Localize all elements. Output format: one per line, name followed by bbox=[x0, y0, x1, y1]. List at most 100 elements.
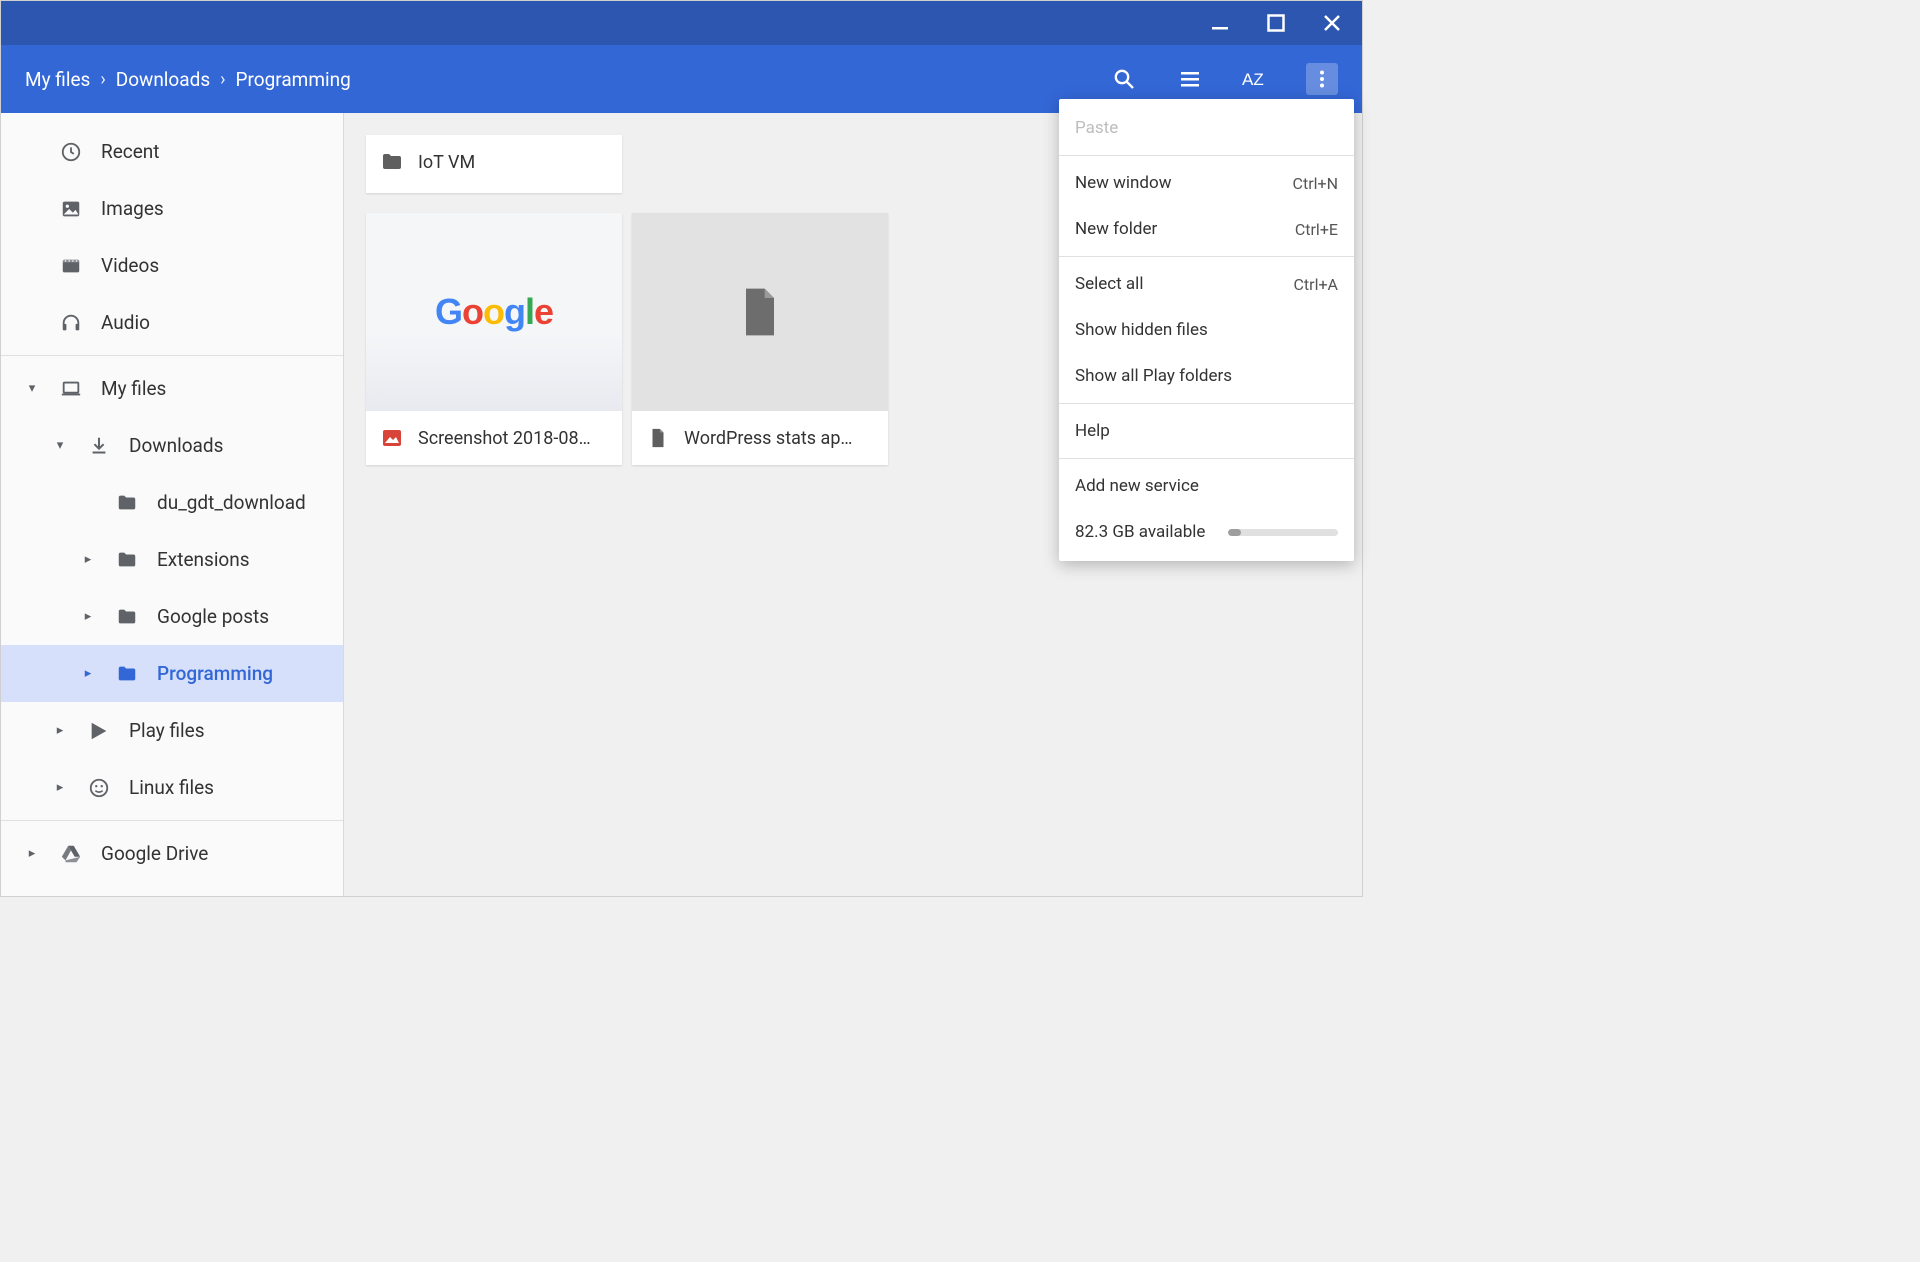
breadcrumb-item-myfiles[interactable]: My files bbox=[25, 68, 90, 91]
sidebar-label: My files bbox=[101, 377, 166, 400]
toolbar-actions: AZ bbox=[1108, 63, 1338, 95]
minimize-button[interactable] bbox=[1206, 9, 1234, 37]
linux-icon bbox=[87, 776, 111, 800]
menu-shortcut: Ctrl+E bbox=[1295, 220, 1338, 239]
close-button[interactable] bbox=[1318, 9, 1346, 37]
tile-label: WordPress stats ap… bbox=[684, 428, 852, 449]
menu-label: Show hidden files bbox=[1075, 320, 1208, 340]
storage-label: 82.3 GB available bbox=[1075, 522, 1205, 542]
divider bbox=[1, 820, 343, 821]
tile-label: Screenshot 2018-08… bbox=[418, 428, 591, 449]
menu-select-all[interactable]: Select all Ctrl+A bbox=[1059, 261, 1354, 307]
sidebar-item-du-gdt[interactable]: du_gdt_download bbox=[1, 474, 343, 531]
sidebar-item-google-drive[interactable]: ▸ Google Drive bbox=[1, 825, 343, 882]
sidebar-item-programming[interactable]: ▸ Programming bbox=[1, 645, 343, 702]
sidebar-item-myfiles[interactable]: ▾ My files bbox=[1, 360, 343, 417]
menu-label: Help bbox=[1075, 421, 1110, 441]
menu-paste: Paste bbox=[1059, 105, 1354, 151]
breadcrumb-item-programming[interactable]: Programming bbox=[236, 68, 351, 91]
sidebar-label: Programming bbox=[157, 662, 273, 685]
chevron-down-icon: ▾ bbox=[23, 381, 41, 396]
sort-az-icon[interactable]: AZ bbox=[1240, 63, 1272, 95]
chevron-right-icon: ▸ bbox=[79, 609, 97, 624]
play-icon bbox=[87, 719, 111, 743]
menu-add-service[interactable]: Add new service bbox=[1059, 463, 1354, 509]
video-icon bbox=[59, 254, 83, 278]
sidebar-label: du_gdt_download bbox=[157, 491, 306, 514]
sidebar-label: Images bbox=[101, 197, 164, 220]
chevron-right-icon: ▸ bbox=[79, 666, 97, 681]
menu-separator bbox=[1059, 155, 1354, 156]
chevron-right-icon: ▸ bbox=[79, 552, 97, 567]
storage-fill bbox=[1228, 529, 1241, 536]
menu-shortcut: Ctrl+N bbox=[1293, 174, 1338, 193]
sidebar-item-recent[interactable]: Recent bbox=[1, 123, 343, 180]
menu-separator bbox=[1059, 256, 1354, 257]
chevron-right-icon: ▸ bbox=[51, 780, 69, 795]
menu-label: New folder bbox=[1075, 219, 1157, 239]
menu-label: Paste bbox=[1075, 118, 1118, 138]
file-manager-window: My files › Downloads › Programming AZ bbox=[0, 0, 1363, 897]
svg-text:AZ: AZ bbox=[1242, 70, 1264, 89]
chevron-right-icon: ▸ bbox=[51, 723, 69, 738]
menu-show-play-folders[interactable]: Show all Play folders bbox=[1059, 353, 1354, 399]
menu-show-hidden[interactable]: Show hidden files bbox=[1059, 307, 1354, 353]
sidebar-item-play-files[interactable]: ▸ Play files bbox=[1, 702, 343, 759]
sidebar-item-linux-files[interactable]: ▸ Linux files bbox=[1, 759, 343, 816]
folder-icon bbox=[115, 491, 139, 515]
tile-label: IoT VM bbox=[418, 152, 475, 173]
divider bbox=[1, 355, 343, 356]
chevron-right-icon: › bbox=[220, 69, 225, 90]
folder-icon bbox=[115, 662, 139, 686]
menu-new-window[interactable]: New window Ctrl+N bbox=[1059, 160, 1354, 206]
laptop-icon bbox=[59, 377, 83, 401]
sidebar-item-audio[interactable]: Audio bbox=[1, 294, 343, 351]
sidebar-label: Videos bbox=[101, 254, 159, 277]
sidebar-item-downloads[interactable]: ▾ Downloads bbox=[1, 417, 343, 474]
menu-label: Select all bbox=[1075, 274, 1143, 294]
download-icon bbox=[87, 434, 111, 458]
file-tile-wordpress[interactable]: WordPress stats ap… bbox=[632, 213, 888, 465]
chevron-right-icon: › bbox=[100, 69, 105, 90]
folder-tile[interactable]: IoT VM bbox=[366, 135, 622, 193]
thumbnail-generic bbox=[632, 213, 888, 411]
menu-shortcut: Ctrl+A bbox=[1294, 275, 1338, 294]
folder-icon bbox=[380, 150, 404, 174]
sidebar-item-extensions[interactable]: ▸ Extensions bbox=[1, 531, 343, 588]
menu-new-folder[interactable]: New folder Ctrl+E bbox=[1059, 206, 1354, 252]
window-titlebar bbox=[1, 1, 1362, 45]
sidebar-label: Linux files bbox=[129, 776, 214, 799]
folder-icon bbox=[115, 605, 139, 629]
sidebar-item-google-posts[interactable]: ▸ Google posts bbox=[1, 588, 343, 645]
sidebar-label: Recent bbox=[101, 140, 160, 163]
sidebar-label: Google posts bbox=[157, 605, 269, 628]
maximize-button[interactable] bbox=[1262, 9, 1290, 37]
sidebar-item-images[interactable]: Images bbox=[1, 180, 343, 237]
image-file-icon bbox=[380, 426, 404, 450]
view-list-icon[interactable] bbox=[1174, 63, 1206, 95]
sidebar-label: Audio bbox=[101, 311, 150, 334]
menu-separator bbox=[1059, 458, 1354, 459]
sidebar-item-videos[interactable]: Videos bbox=[1, 237, 343, 294]
menu-separator bbox=[1059, 403, 1354, 404]
drive-icon bbox=[59, 842, 83, 866]
menu-label: Add new service bbox=[1075, 476, 1199, 496]
chevron-down-icon: ▾ bbox=[51, 438, 69, 453]
file-tile-screenshot[interactable]: Google Screenshot 2018-08… bbox=[366, 213, 622, 465]
more-options-icon[interactable] bbox=[1306, 63, 1338, 95]
menu-help[interactable]: Help bbox=[1059, 408, 1354, 454]
menu-label: New window bbox=[1075, 173, 1172, 193]
sidebar-label: Extensions bbox=[157, 548, 250, 571]
breadcrumb-item-downloads[interactable]: Downloads bbox=[116, 68, 210, 91]
storage-indicator: 82.3 GB available bbox=[1059, 509, 1354, 555]
sidebar-label: Downloads bbox=[129, 434, 223, 457]
search-icon[interactable] bbox=[1108, 63, 1140, 95]
headphones-icon bbox=[59, 311, 83, 335]
sidebar-label: Google Drive bbox=[101, 842, 208, 865]
content-area: Recent Images Videos bbox=[1, 113, 1362, 896]
thumbnail-preview: Google bbox=[366, 213, 622, 411]
clock-icon bbox=[59, 140, 83, 164]
sidebar: Recent Images Videos bbox=[1, 113, 344, 896]
storage-bar bbox=[1228, 529, 1338, 536]
breadcrumb: My files › Downloads › Programming bbox=[25, 68, 1108, 91]
